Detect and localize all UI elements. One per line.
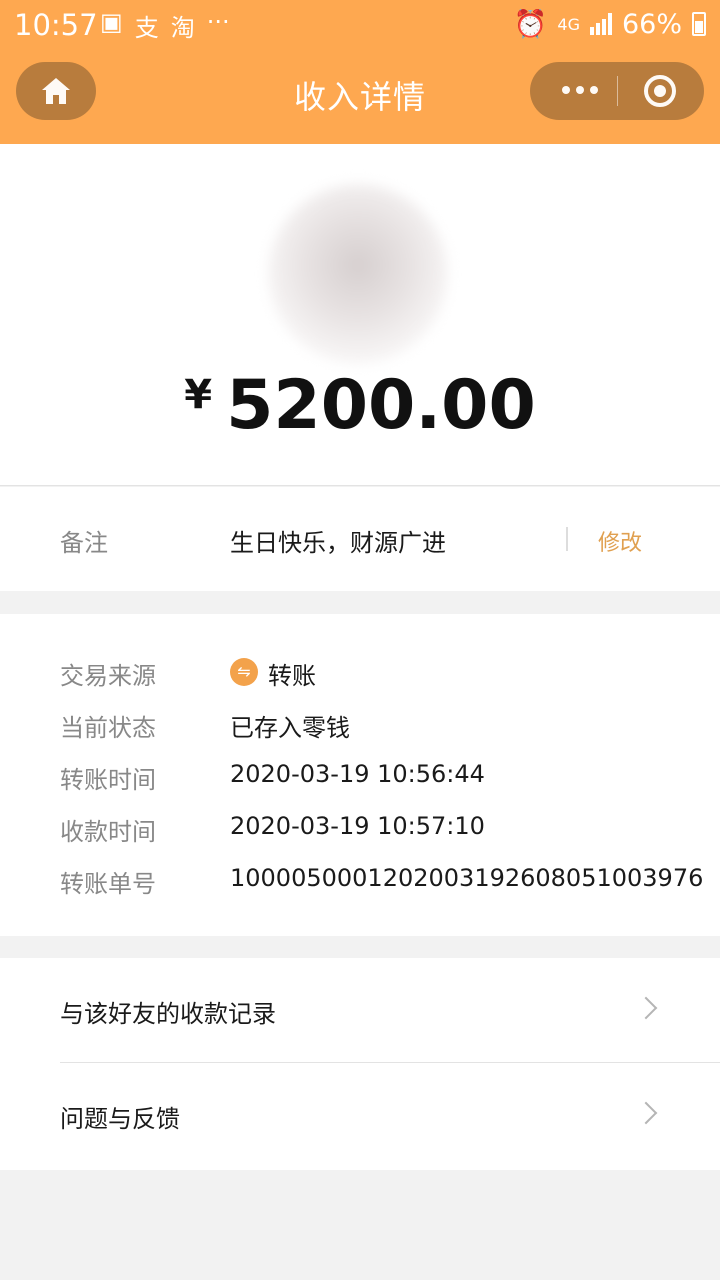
header-bar: 10:57 ▣ 支 淘 ··· ⏰ 4G 66% 收入详情 bbox=[0, 0, 720, 144]
more-dots-icon: ··· bbox=[206, 8, 230, 36]
signal-icon bbox=[589, 13, 612, 35]
transfer-id-value: 1000050001202003192608051003976 bbox=[230, 864, 704, 892]
alipay-icon: 支 bbox=[134, 14, 159, 42]
status-value: 已存入零钱 bbox=[230, 714, 350, 742]
transfer-id-label: 转账单号 bbox=[60, 870, 156, 898]
detail-row-transfer-id: 转账单号 1000050001202003192608051003976 bbox=[0, 864, 720, 904]
image-icon: ▣ bbox=[100, 8, 123, 36]
status-bar: 10:57 ▣ 支 淘 ··· ⏰ 4G 66% bbox=[0, 0, 720, 48]
more-menu-button[interactable] bbox=[552, 75, 608, 105]
receipt-history-link[interactable]: 与该好友的收款记录 bbox=[0, 958, 720, 1063]
receive-time-value: 2020-03-19 10:57:10 bbox=[230, 812, 485, 840]
feedback-label: 问题与反馈 bbox=[60, 1105, 180, 1133]
feedback-link[interactable]: 问题与反馈 bbox=[0, 1063, 720, 1167]
receive-time-label: 收款时间 bbox=[60, 818, 156, 846]
detail-row-receive-time: 收款时间 2020-03-19 10:57:10 bbox=[0, 812, 720, 852]
remark-label: 备注 bbox=[60, 529, 108, 557]
remark-divider bbox=[566, 527, 568, 551]
transfer-time-label: 转账时间 bbox=[60, 766, 156, 794]
receipt-history-label: 与该好友的收款记录 bbox=[60, 1000, 276, 1028]
status-label: 当前状态 bbox=[60, 714, 156, 742]
network-label: 4G bbox=[557, 14, 580, 34]
source-value: 转账 bbox=[268, 662, 316, 690]
alarm-icon: ⏰ bbox=[513, 9, 548, 40]
battery-level: 66% bbox=[621, 8, 682, 40]
transfer-time-value: 2020-03-19 10:56:44 bbox=[230, 760, 485, 788]
detail-row-transfer-time: 转账时间 2020-03-19 10:56:44 bbox=[0, 760, 720, 800]
taobao-icon: 淘 bbox=[170, 14, 195, 42]
detail-row-source: 交易来源 ⇋ 转账 bbox=[0, 656, 720, 696]
chevron-right-icon bbox=[634, 996, 658, 1020]
amount-value: 5200.00 bbox=[226, 366, 536, 445]
edit-remark-button[interactable]: 修改 bbox=[598, 525, 642, 557]
transfer-icon: ⇋ bbox=[230, 658, 258, 686]
chevron-right-icon bbox=[634, 1101, 658, 1125]
status-right: ⏰ 4G 66% bbox=[514, 8, 706, 40]
remark-panel: 备注 生日快乐，财源广进 修改 bbox=[0, 487, 720, 591]
close-miniprogram-icon[interactable] bbox=[644, 75, 676, 107]
source-label: 交易来源 bbox=[60, 662, 156, 690]
clock: 10:57 bbox=[14, 8, 98, 42]
remark-value: 生日快乐，财源广进 bbox=[230, 529, 446, 557]
avatar bbox=[268, 184, 448, 364]
currency-symbol: ¥ bbox=[184, 372, 213, 418]
miniprogram-capsule bbox=[530, 62, 704, 120]
nav-bar: 收入详情 bbox=[0, 52, 720, 134]
detail-row-status: 当前状态 已存入零钱 bbox=[0, 708, 720, 748]
links-panel: 与该好友的收款记录 问题与反馈 bbox=[0, 958, 720, 1170]
battery-icon bbox=[692, 12, 706, 36]
notification-icons: ▣ 支 淘 ··· bbox=[100, 8, 230, 43]
transaction-details: 交易来源 ⇋ 转账 当前状态 已存入零钱 转账时间 2020-03-19 10:… bbox=[0, 614, 720, 936]
capsule-divider bbox=[617, 76, 618, 106]
amount-display: ¥5200.00 bbox=[0, 366, 720, 445]
amount-panel: ¥5200.00 bbox=[0, 144, 720, 486]
